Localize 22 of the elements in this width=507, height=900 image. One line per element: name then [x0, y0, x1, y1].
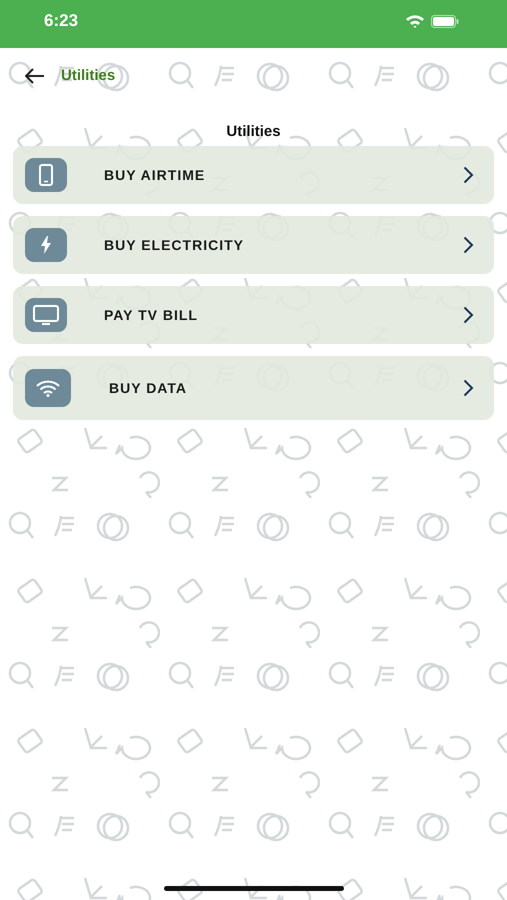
- chevron-icon: [463, 379, 474, 397]
- chevron-icon: [463, 166, 474, 184]
- lightning-icon: [41, 236, 51, 254]
- phone-icon: [39, 164, 53, 186]
- item-label: BUY DATA: [109, 380, 188, 396]
- monitor-icon: [33, 305, 59, 325]
- chevron-icon: [463, 236, 474, 254]
- utility-item[interactable]: BUY AIRTIME: [13, 146, 494, 204]
- section-title: Utilities: [225, 123, 282, 140]
- utility-item[interactable]: PAY TV BILL: [13, 286, 494, 344]
- wifi-icon: [36, 380, 60, 396]
- utility-item[interactable]: BUY ELECTRICITY: [13, 216, 494, 274]
- chevron-icon: [463, 306, 474, 324]
- item-label: BUY AIRTIME: [104, 167, 206, 183]
- item-label: PAY TV BILL: [104, 307, 199, 323]
- status-time: 6:23: [44, 11, 78, 31]
- item-label: BUY ELECTRICITY: [104, 237, 245, 253]
- back-button[interactable]: [23, 66, 47, 86]
- wifi-icon: [405, 14, 425, 28]
- battery-icon: [431, 14, 459, 28]
- utility-item[interactable]: BUY DATA: [13, 356, 494, 420]
- page-title: Utilities: [61, 67, 116, 84]
